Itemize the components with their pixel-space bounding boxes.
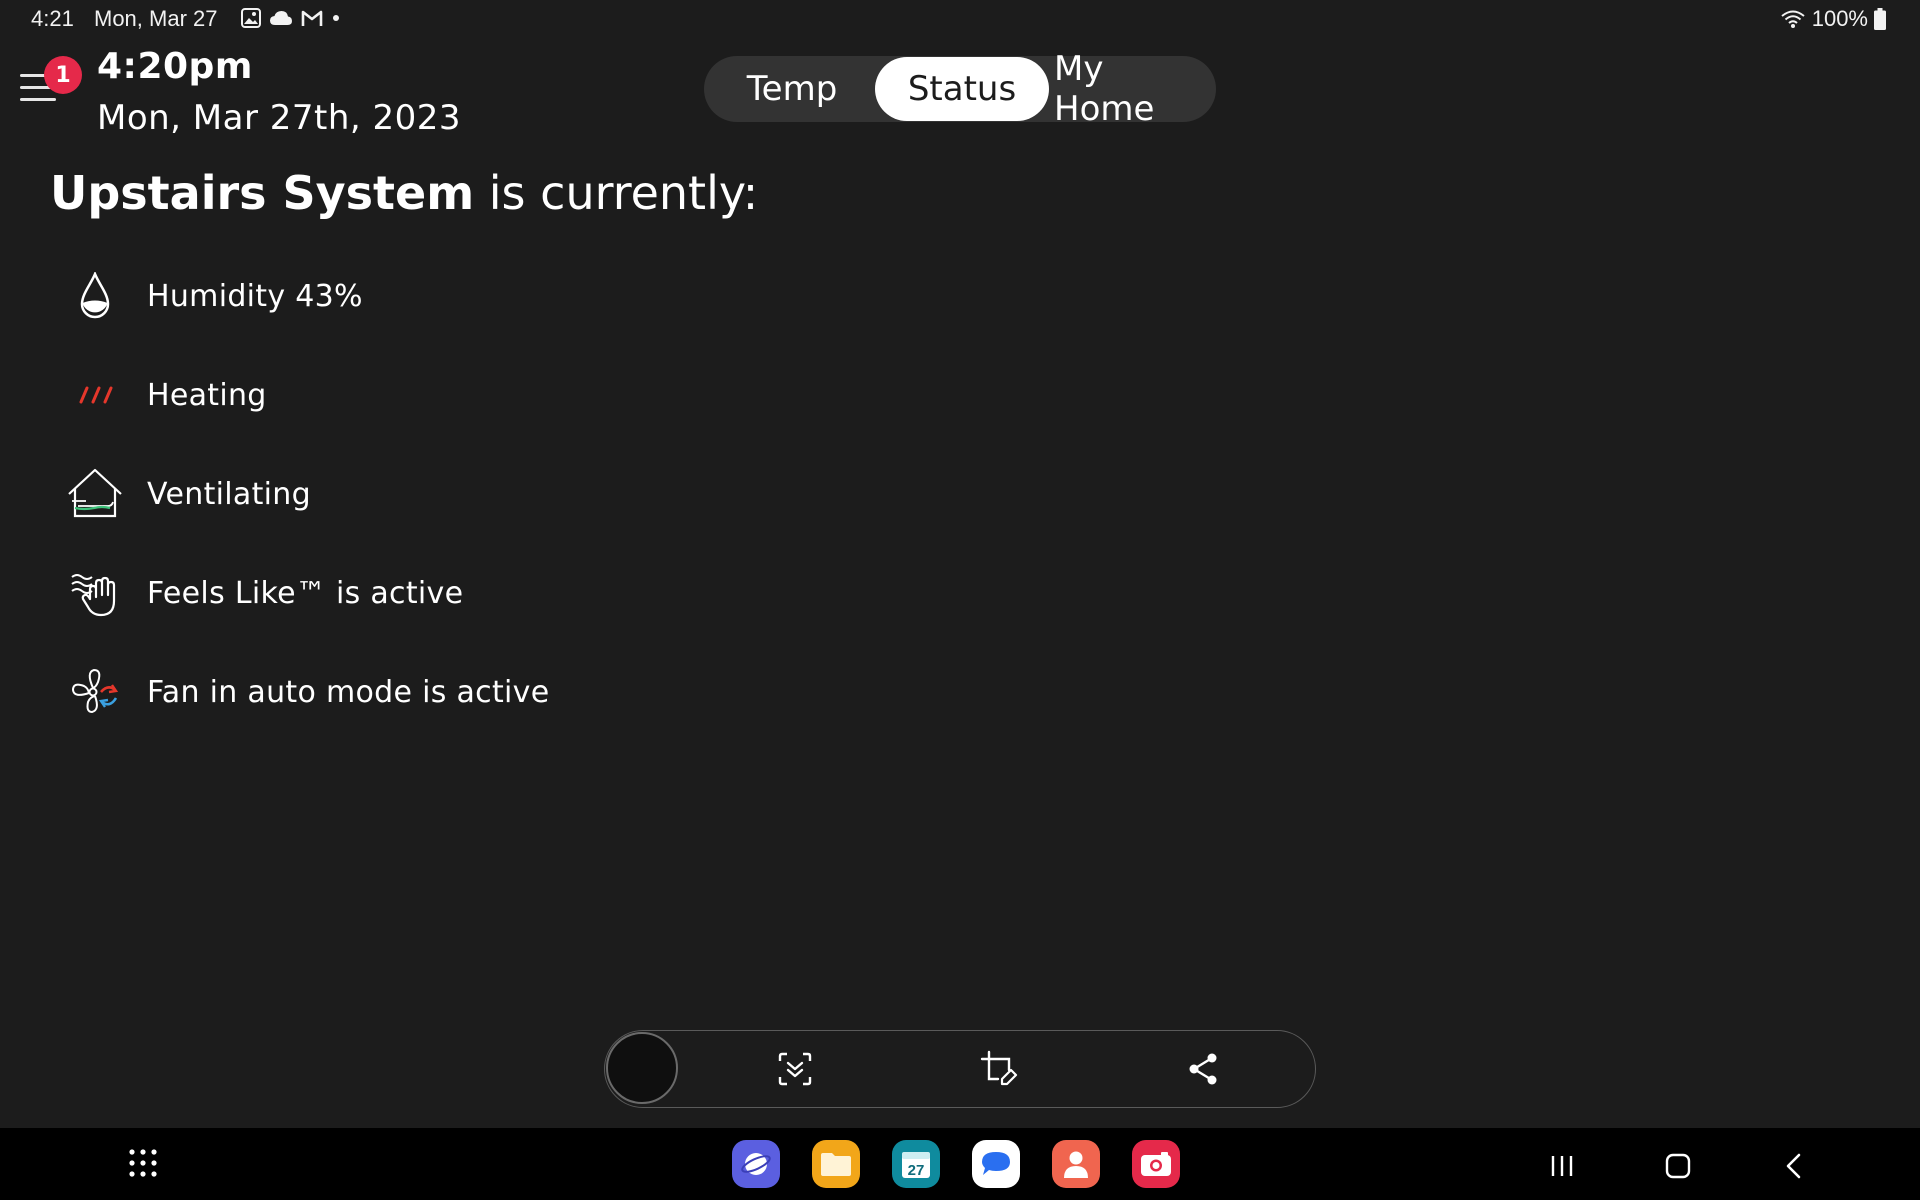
back-button-icon[interactable]	[1774, 1146, 1814, 1186]
status-item-heating: Heating	[62, 363, 762, 427]
app-dock: 27	[732, 1140, 1180, 1188]
status-item-ventilating: Ventilating	[62, 462, 762, 526]
view-tabs: Temp Status My Home	[704, 49, 1216, 129]
tab-temp[interactable]: Temp	[712, 57, 872, 121]
battery-percentage: 100%	[1811, 6, 1868, 31]
calendar-app-icon[interactable]: 27	[892, 1140, 940, 1188]
cloud-icon	[270, 11, 292, 25]
scroll-capture-icon[interactable]	[771, 1045, 819, 1093]
status-label-heating: Heating	[147, 377, 267, 413]
messages-app-icon[interactable]	[972, 1140, 1020, 1188]
camera-app-icon[interactable]	[1132, 1140, 1180, 1188]
internet-app-icon[interactable]	[732, 1140, 780, 1188]
status-label-humidity: Humidity 43%	[147, 278, 363, 314]
status-label-feels-like: Feels Like™ is active	[147, 575, 464, 611]
status-label-fan-auto: Fan in auto mode is active	[147, 674, 550, 710]
crop-edit-icon[interactable]	[975, 1045, 1023, 1093]
my-files-app-icon[interactable]	[812, 1140, 860, 1188]
system-name: Upstairs System	[50, 166, 475, 220]
android-navigation-bar: 27	[0, 1128, 1920, 1200]
contacts-app-icon[interactable]	[1052, 1140, 1100, 1188]
system-status-bar: 4:21 Mon, Mar 27 100%	[0, 0, 1920, 36]
tab-my-home[interactable]: My Home	[1054, 49, 1214, 129]
statusbar-right: 100%	[1780, 6, 1886, 32]
header-date: Mon, Mar 27th, 2023	[97, 98, 462, 138]
notification-badge: 1	[44, 56, 82, 94]
recent-apps-icon[interactable]	[1542, 1146, 1582, 1186]
heating-icon	[62, 363, 128, 427]
status-item-fan-auto: Fan in auto mode is active	[62, 660, 762, 724]
status-label-ventilating: Ventilating	[147, 476, 311, 512]
share-icon[interactable]	[1179, 1045, 1227, 1093]
thermostat-status-screen: 4:21 Mon, Mar 27 100% 1 4:20pm Mon, Mar …	[0, 0, 1920, 1200]
gallery-icon	[241, 8, 261, 28]
notification-icons	[241, 8, 341, 28]
screenshot-thumbnail[interactable]	[606, 1032, 678, 1104]
home-button-icon[interactable]	[1658, 1146, 1698, 1186]
status-item-humidity: Humidity 43%	[62, 264, 762, 328]
statusbar-time: 4:21	[31, 6, 74, 31]
battery-icon	[1874, 8, 1886, 30]
fan-auto-icon	[62, 660, 128, 724]
calendar-day-number: 27	[908, 1162, 925, 1179]
tab-status[interactable]: Status	[875, 57, 1049, 121]
system-status-heading: Upstairs System is currently:	[50, 166, 758, 220]
status-item-feels-like: Feels Like™ is active	[62, 561, 762, 625]
screenshot-toolbar	[604, 1030, 1316, 1108]
dot-icon	[333, 15, 339, 21]
app-drawer-icon[interactable]	[128, 1148, 158, 1182]
statusbar-date: Mon, Mar 27	[94, 6, 218, 31]
gmail-icon	[301, 10, 323, 26]
water-drop-icon	[62, 264, 128, 328]
wifi-icon	[1781, 10, 1805, 28]
ventilation-house-icon	[62, 462, 128, 526]
feels-like-hand-icon	[62, 561, 128, 625]
header-time: 4:20pm	[97, 46, 253, 87]
system-status-suffix: is currently:	[474, 166, 759, 220]
